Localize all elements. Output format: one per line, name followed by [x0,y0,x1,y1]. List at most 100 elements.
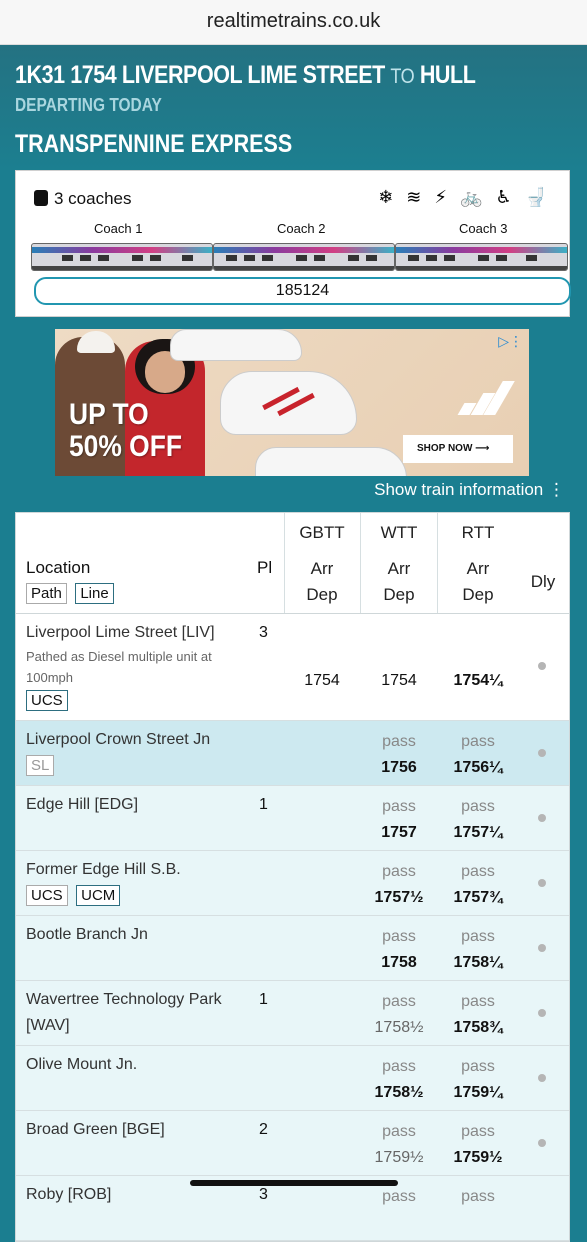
wtt-pass: pass [382,1058,416,1075]
location-name[interactable]: Bootle Branch Jn [26,922,148,948]
table-row[interactable]: Edge Hill [EDG] 1 pass 1757 pass 1757¼ [16,786,569,851]
header-arr: Arr [387,559,411,578]
wtt-time: 1758½ [374,1019,424,1036]
train-formation-card: 3 coaches ❄ ≋ ⚡ 🚲 ♿ 🚽 Coach 1 Coach 2 Co… [15,170,571,317]
coach-label: Coach 2 [277,221,326,236]
header-location: Location [26,558,91,577]
header-gbtt: GBTT [299,523,345,542]
delay-indicator-icon [538,1139,546,1147]
wtt-time: 1757 [381,824,417,841]
location-name[interactable]: Liverpool Crown Street Jn [26,727,210,753]
coach-2-image [213,243,395,271]
delay-indicator-icon [538,1009,546,1017]
header-dep: Dep [383,585,415,604]
delay-indicator-icon [538,814,546,822]
service-title: 1K31 1754 Liverpool Lime Street to Hull [15,61,476,89]
ad-shoe-image [170,329,302,361]
header-rtt: RTT [461,523,495,542]
train-icon [34,190,48,206]
header-arr: Arr [310,559,334,578]
ucs-tag[interactable]: UCS [26,885,68,906]
location-name[interactable]: Former Edge Hill S.B. [26,857,181,883]
table-row[interactable]: Former Edge Hill S.B. UCS UCM pass 1757½… [16,851,569,916]
ucs-tag[interactable]: UCS [26,690,68,711]
sl-tag[interactable]: SL [26,755,55,776]
rtt-time: 1757¼ [453,824,503,841]
rtt-pass: pass [461,1058,495,1075]
coach-count: 3 coaches [34,189,132,209]
unit-number-bar[interactable]: 185124 [34,277,571,305]
delay-indicator-icon [538,662,546,670]
delay-indicator-icon [538,1074,546,1082]
wtt-time: 1757½ [374,889,424,906]
ad-shoe-image [220,371,357,435]
table-header: Location Pl Path Line GBTT Arr Dep WTT A… [16,513,569,614]
location-name[interactable]: Roby [ROB] [26,1182,111,1208]
delay-indicator-icon [538,944,546,952]
wtt-pass: pass [382,863,416,880]
rtt-time: 1757¾ [453,889,503,906]
rtt-pass: pass [461,1188,495,1205]
ad-shop-now-button[interactable]: SHOP NOW ⟶ [403,435,513,463]
wtt-pass: pass [382,1123,416,1140]
rtt-dep: 1754¼ [453,672,503,689]
departing-label: Departing today [15,95,162,115]
header-dly: Dly [530,572,556,591]
path-note: Pathed as Diesel multiple unit at 100mph [26,649,212,685]
location-name[interactable]: Liverpool Lime Street [LIV] [26,620,215,646]
wtt-time: 1756 [381,759,417,776]
rtt-time: 1759¼ [453,1084,503,1101]
wtt-time: 1758½ [374,1084,424,1101]
header-dep: Dep [306,585,338,604]
location-name[interactable]: Wavertree Technology Park [WAV] [26,987,222,1039]
wtt-pass: pass [382,928,416,945]
service-header: 1K31 1754 Liverpool Lime Street to Hull … [0,45,587,170]
rtt-pass: pass [461,1123,495,1140]
location-name[interactable]: Olive Mount Jn. [26,1052,137,1078]
rtt-pass: pass [461,928,495,945]
table-row[interactable]: Bootle Branch Jn pass 1758 pass 1758¼ [16,916,569,981]
line-filter-button[interactable]: Line [75,583,114,604]
path-filter-button[interactable]: Path [26,583,67,604]
url-text: realtimetrains.co.uk [206,10,381,32]
coach-label: Coach 1 [94,221,143,236]
coach-3-image [395,243,568,271]
coach-1-image [31,243,213,271]
rtt-time: 1758¼ [453,954,503,971]
table-row[interactable]: Broad Green [BGE] 2 pass 1759½ pass 1759… [16,1111,569,1176]
header-wtt: WTT [380,523,418,542]
table-row[interactable]: Olive Mount Jn. pass 1758½ pass 1759¼ [16,1046,569,1111]
advertisement-banner[interactable]: UP TO 50% OFF SHOP NOW ⟶ ▷⋮ [55,329,529,476]
wtt-dep: 1754 [381,672,417,689]
table-row[interactable]: Liverpool Crown Street Jn SL pass 1756 p… [16,721,569,786]
wtt-pass: pass [382,733,416,750]
amenities-icons: ❄ ≋ ⚡ 🚲 ♿ 🚽 [378,187,551,207]
operator-name[interactable]: TransPennine Express [15,130,292,159]
browser-url-bar[interactable]: realtimetrains.co.uk [0,0,587,45]
rtt-pass: pass [461,733,495,750]
location-name[interactable]: Edge Hill [EDG] [26,792,138,818]
header-arr: Arr [466,559,490,578]
ad-promo-text: UP TO 50% OFF [69,398,182,463]
location-name[interactable]: Broad Green [BGE] [26,1117,165,1143]
table-row[interactable]: Liverpool Lime Street [LIV] 3 Pathed as … [16,614,569,721]
rtt-time: 1756¼ [453,759,503,776]
wtt-time: 1759½ [374,1149,424,1166]
wtt-pass: pass [382,798,416,815]
rtt-pass: pass [461,863,495,880]
home-indicator[interactable] [190,1180,398,1186]
show-train-information-link[interactable]: Show train information ⋮ [374,480,565,500]
rtt-pass: pass [461,798,495,815]
platform-number: 1 [259,991,268,1008]
rtt-time: 1758¾ [453,1019,503,1036]
delay-indicator-icon [538,749,546,757]
coach-label: Coach 3 [459,221,508,236]
platform-number: 2 [259,1121,268,1138]
platform-number: 3 [259,1186,268,1203]
filter-tags: Path Line [26,583,118,604]
table-row[interactable]: Wavertree Technology Park [WAV] 1 pass 1… [16,981,569,1046]
delay-indicator-icon [538,879,546,887]
ucm-tag[interactable]: UCM [76,885,121,906]
ad-choices-icon[interactable]: ▷⋮ [498,333,523,350]
wtt-time: 1758 [381,954,417,971]
